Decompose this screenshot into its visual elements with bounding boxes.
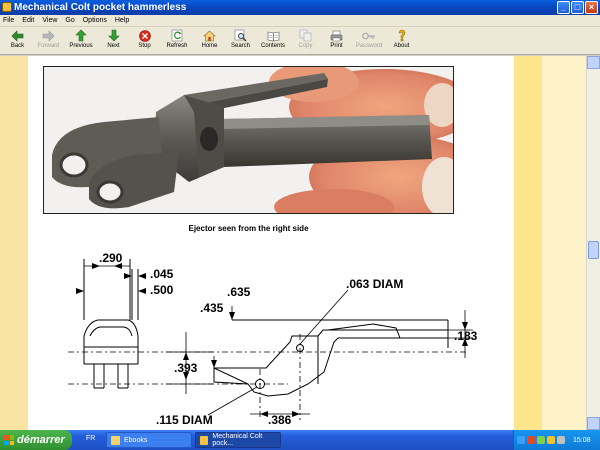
app-icon [2,2,12,12]
copy-button[interactable]: Copy [290,27,321,55]
taskbar-item-label: Mechanical Colt pock... [212,433,263,447]
dim-115-diam: .115 DIAM [156,413,213,427]
key-icon [362,29,376,42]
copy-icon [299,29,313,42]
menu-file[interactable]: File [3,17,14,24]
dim-045: .045 [150,267,174,281]
about-label: About [393,43,410,49]
right-margin-column [514,56,542,430]
start-label: démarrer [17,434,65,446]
maximize-button[interactable]: □ [571,1,584,14]
dim-435: .435 [200,301,224,315]
forward-arrow-icon [42,29,56,42]
stop-icon [138,29,152,42]
taskbar-item-mechanical-colt[interactable]: Mechanical Colt pock... [195,432,281,448]
print-icon [330,29,344,42]
contents-button[interactable]: Contents [256,27,290,55]
dim-386: .386 [268,413,292,427]
photo-caption: Ejector seen from the right side [188,224,309,233]
up-arrow-icon [74,29,88,42]
right-margin-column-light [542,56,586,430]
contents-label: Contents [260,43,285,49]
forward-button[interactable]: Forward [33,27,64,55]
previous-button[interactable]: Previous [64,27,98,55]
left-margin [0,56,28,430]
language-indicator[interactable]: FR [86,435,95,442]
next-label: Next [107,43,120,49]
start-button[interactable]: démarrer [0,430,72,450]
password-button[interactable]: Password [352,27,386,55]
password-label: Password [355,43,383,49]
refresh-button[interactable]: Refresh [160,27,194,55]
window-titlebar: Mechanical Colt pocket hammerless _ □ × [0,0,600,15]
refresh-icon [170,29,184,42]
back-arrow-icon [11,29,25,42]
next-button[interactable]: Next [98,27,129,55]
window-controls: _ □ × [557,1,598,14]
folder-icon [111,435,120,445]
scroll-down-arrow[interactable] [587,417,600,430]
vertical-scrollbar[interactable] [586,56,600,430]
menu-go[interactable]: Go [65,17,74,24]
dim-500: .500 [150,283,174,297]
dim-393: .393 [174,361,198,375]
menu-view[interactable]: View [42,17,57,24]
window-title: Mechanical Colt pocket hammerless [14,2,187,13]
home-button[interactable]: Home [194,27,225,55]
clock: 15:08 [573,436,591,444]
taskbar: démarrer FR Ebooks Mechanical Colt pock.… [0,430,600,450]
print-label: Print [330,43,343,49]
down-arrow-icon [107,29,121,42]
document-viewport[interactable]: Ejector seen from the right side .290 .0… [0,56,600,430]
close-button[interactable]: × [585,1,598,14]
home-label: Home [201,43,218,49]
antivirus-icon[interactable] [537,436,545,444]
search-icon [234,29,248,42]
home-icon [203,29,217,42]
stop-button[interactable]: Stop [129,27,160,55]
scroll-thumb[interactable] [588,241,599,259]
back-button[interactable]: Back [2,27,33,55]
forward-label: Forward [37,43,60,49]
security-icon[interactable] [527,436,535,444]
about-button[interactable]: About [386,27,417,55]
dim-063-diam: .063 DIAM [346,277,403,291]
refresh-label: Refresh [166,43,188,49]
network-icon[interactable] [517,436,525,444]
search-label: Search [230,43,250,49]
scroll-up-arrow[interactable] [587,56,600,69]
menu-bar: File Edit View Go Options Help [0,15,600,27]
ejector-photo [43,66,454,214]
taskbar-item-label: Ebooks [124,436,148,444]
taskbar-item-ebooks[interactable]: Ebooks [106,432,192,448]
ejector-technical-drawing: .290 .045 .500 .635 .063 DIAM .435 .183 … [28,244,514,430]
print-button[interactable]: Print [321,27,352,55]
dim-635: .635 [227,285,251,299]
volume-icon[interactable] [557,436,565,444]
dim-183: .183 [454,329,478,343]
contents-icon [266,29,280,42]
back-label: Back [10,43,25,49]
windows-logo-icon [4,435,14,445]
menu-options[interactable]: Options [83,17,107,24]
minimize-button[interactable]: _ [557,1,570,14]
stop-label: Stop [138,43,151,49]
update-icon[interactable] [547,436,555,444]
dim-290: .290 [99,251,123,265]
menu-edit[interactable]: Edit [22,17,34,24]
copy-label: Copy [298,43,313,49]
previous-label: Previous [69,43,93,49]
system-tray: 15:08 [513,430,600,450]
toolbar: Back Forward Previous Next Stop Refresh [0,27,600,55]
ebook-icon [200,435,209,445]
about-icon [395,29,409,42]
search-button[interactable]: Search [225,27,256,55]
menu-help[interactable]: Help [115,17,129,24]
